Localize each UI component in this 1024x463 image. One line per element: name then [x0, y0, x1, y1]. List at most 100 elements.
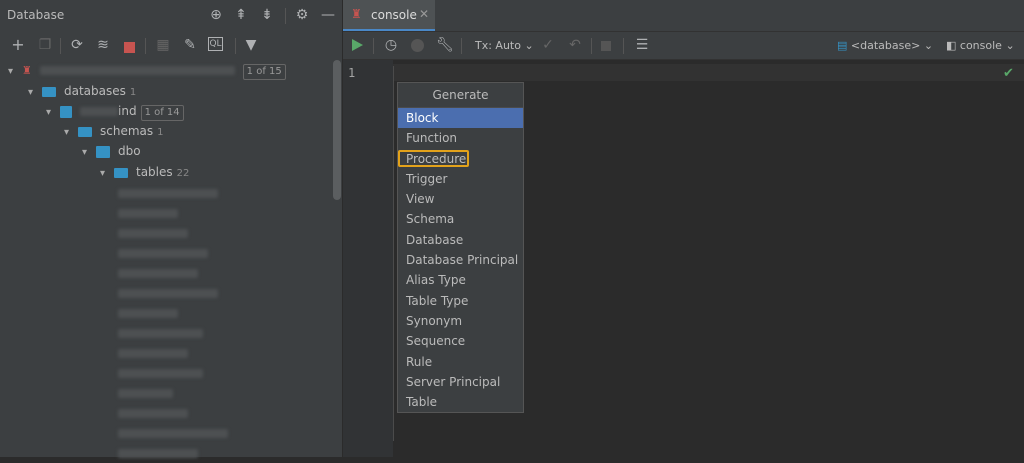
editor-toolbar: ◷ 🔧︎ Tx: Auto ⌄ ✓ ↶ ☰ ▤ <database> ⌄ ◧ c…	[343, 32, 1024, 60]
output-table-icon[interactable]: ☰	[634, 37, 650, 53]
wrench-icon[interactable]: 🔧︎	[436, 37, 454, 53]
menu-item-alias-type[interactable]: Alias Type	[398, 270, 523, 290]
rollback-icon[interactable]: ↶	[567, 37, 583, 53]
record-icon[interactable]	[411, 39, 424, 52]
tree-row-datasource[interactable]: ▾ ♜ 1 of 15	[8, 60, 286, 80]
table-row[interactable]	[118, 343, 188, 363]
tree-label: databases	[64, 84, 126, 98]
query-console-icon[interactable]: QL	[208, 37, 223, 51]
table-row[interactable]	[118, 183, 218, 203]
database-panel-header: Database ⊕ ⇞ ⇟ ⚙ —	[0, 0, 342, 31]
edit-icon[interactable]: ✎	[182, 37, 198, 53]
session-selector[interactable]: ◧ console ⌄	[946, 39, 1015, 52]
database-selector-label: <database>	[850, 39, 921, 52]
editor-tabs: ♜ console ✕	[343, 0, 1024, 32]
table-row[interactable]	[118, 443, 198, 463]
filter-icon[interactable]: ▼	[243, 37, 259, 53]
tx-mode-dropdown[interactable]: Tx: Auto ⌄	[475, 39, 534, 52]
chevron-down-icon: ▾	[46, 107, 52, 118]
tree-row-dbo[interactable]: ▾ dbo	[82, 141, 141, 161]
table-row[interactable]	[118, 403, 188, 423]
tree-row-database[interactable]: ▾ ind 1 of 14	[46, 101, 184, 121]
stop-icon[interactable]	[124, 42, 135, 53]
procedure-highlight-box	[398, 150, 469, 167]
database-toolbar: + ❐ ⟳ ≋ ▦ ✎ QL ▼	[0, 32, 342, 58]
tree-scrollbar[interactable]	[333, 60, 341, 200]
commit-icon[interactable]: ✓	[540, 37, 556, 53]
menu-item-rule[interactable]: Rule	[398, 352, 523, 372]
table-row[interactable]	[118, 323, 203, 343]
chevron-down-icon: ▾	[8, 66, 14, 77]
table-row[interactable]	[118, 223, 188, 243]
table-row[interactable]	[118, 203, 178, 223]
menu-item-block[interactable]: Block	[398, 108, 523, 128]
database-icon	[60, 105, 72, 118]
tree-count: 22	[176, 168, 190, 179]
line-number: 1	[348, 66, 356, 80]
folder-icon	[114, 167, 128, 178]
menu-item-table[interactable]: Table	[398, 392, 523, 412]
database-icon: ▤	[837, 39, 848, 52]
database-selector[interactable]: ▤ <database> ⌄	[837, 39, 933, 52]
chevron-down-icon: ▾	[64, 127, 70, 138]
tree-row-schemas[interactable]: ▾ schemas 1	[64, 121, 164, 141]
menu-item-database[interactable]: Database	[398, 230, 523, 250]
toolbar-separator	[145, 38, 146, 54]
menu-item-synonym[interactable]: Synonym	[398, 311, 523, 331]
tab-console[interactable]: ♜ console ✕	[343, 0, 435, 31]
table-row[interactable]	[118, 263, 198, 283]
toolbar-separator	[373, 38, 374, 54]
table-row[interactable]	[118, 283, 218, 303]
menu-item-view[interactable]: View	[398, 189, 523, 209]
expand-all-icon[interactable]: ⇞	[233, 7, 249, 23]
schema-sync-icon[interactable]: ≋	[95, 37, 111, 53]
refresh-icon[interactable]: ⟳	[69, 37, 85, 53]
menu-item-server-principal[interactable]: Server Principal	[398, 372, 523, 392]
menu-item-trigger[interactable]: Trigger	[398, 169, 523, 189]
menu-item-sequence[interactable]: Sequence	[398, 331, 523, 351]
menu-item-function[interactable]: Function	[398, 128, 523, 148]
tree-row-tables[interactable]: ▾ tables 22	[100, 162, 189, 182]
table-icon[interactable]: ▦	[155, 37, 171, 53]
table-row[interactable]	[118, 303, 178, 323]
tree-count: 1	[157, 127, 164, 138]
menu-item-table-type[interactable]: Table Type	[398, 291, 523, 311]
crosshair-icon[interactable]: ⊕	[208, 7, 224, 23]
generate-popup: Generate Block Function Procedure Trigge…	[397, 82, 524, 413]
table-row[interactable]	[118, 383, 173, 403]
run-icon[interactable]	[352, 39, 363, 51]
chevron-down-icon: ⌄	[1005, 39, 1015, 52]
right-margin-guide	[393, 66, 394, 441]
history-icon[interactable]: ◷	[383, 37, 399, 53]
toolbar-separator	[285, 8, 286, 24]
count-badge: 1 of 15	[242, 64, 286, 80]
database-panel: Database ⊕ ⇞ ⇟ ⚙ — + ❐ ⟳ ≋ ▦ ✎ QL ▼ ▾ ♜ 1…	[0, 0, 342, 458]
menu-item-schema[interactable]: Schema	[398, 209, 523, 229]
session-icon: ◧	[946, 39, 957, 52]
close-icon[interactable]: ✕	[419, 7, 429, 21]
table-row[interactable]	[118, 243, 208, 263]
tree-count: 1	[129, 87, 137, 98]
tree-label: schemas	[100, 124, 154, 138]
gear-icon[interactable]: ⚙	[294, 7, 310, 23]
chevron-down-icon: ⌄	[524, 39, 534, 52]
tx-mode-label: Tx: Auto	[475, 39, 521, 52]
menu-item-database-principal[interactable]: Database Principal	[398, 250, 523, 270]
table-row[interactable]	[118, 363, 203, 383]
toolbar-separator	[623, 38, 624, 54]
duplicate-icon[interactable]: ❐	[37, 37, 53, 53]
session-selector-label: console	[959, 39, 1002, 52]
collapse-all-icon[interactable]: ⇟	[259, 7, 275, 23]
stop-icon[interactable]	[601, 41, 611, 51]
tree-row-databases[interactable]: ▾ databases 1	[28, 81, 136, 101]
minimize-icon[interactable]: —	[320, 7, 336, 23]
popup-title: Generate	[398, 83, 523, 108]
add-icon[interactable]: +	[10, 37, 26, 53]
chevron-down-icon: ▾	[100, 168, 106, 179]
tree-label: tables	[136, 165, 173, 179]
table-row[interactable]	[118, 423, 228, 443]
tree-label: ind	[118, 104, 137, 118]
checkmark-icon: ✔	[1003, 66, 1014, 81]
chevron-down-icon: ⌄	[923, 39, 934, 52]
line-gutter: 1	[343, 60, 393, 457]
